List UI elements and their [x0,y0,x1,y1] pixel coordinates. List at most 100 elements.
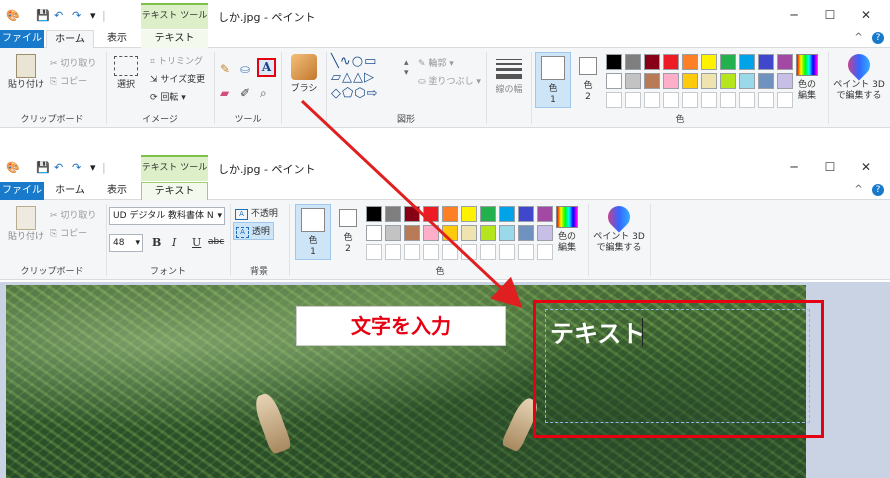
color-swatch[interactable] [739,73,755,89]
copy-button[interactable]: ⎘ コピー [50,74,87,87]
color-swatch[interactable] [701,54,717,70]
custom-color-slot[interactable] [518,244,534,260]
tab-file[interactable]: ファイル [0,182,44,200]
undo-icon[interactable]: ↶ [54,9,63,23]
color-swatch[interactable] [461,206,477,222]
color1-button[interactable]: 色1 [295,204,331,260]
color-swatch[interactable] [404,206,420,222]
custom-color-slot[interactable] [758,92,774,108]
close-button[interactable]: ✕ [856,158,876,176]
pencil-icon[interactable]: ✎ [220,62,230,76]
color-swatch[interactable] [777,73,793,89]
collapse-ribbon-icon[interactable]: ^ [854,32,862,43]
paste-button[interactable]: 貼り付け [6,54,46,91]
color-swatch[interactable] [518,206,534,222]
text-tool-button[interactable]: A [257,58,276,77]
color-swatch[interactable] [537,206,553,222]
color-swatch[interactable] [423,206,439,222]
color-swatch[interactable] [777,54,793,70]
tab-text[interactable]: テキスト [141,30,208,48]
cut-button[interactable]: ✂ 切り取り [50,208,96,221]
color-swatch[interactable] [701,73,717,89]
tab-file[interactable]: ファイル [0,30,44,48]
rotate-button[interactable]: ⟳ 回転 ▾ [150,90,186,103]
custom-color-slot[interactable] [625,92,641,108]
custom-color-slot[interactable] [720,92,736,108]
color-swatch[interactable] [758,54,774,70]
shapes-gallery[interactable]: ╲∿○▭ ▱△△▷ ◇⬠⬡⇨ [331,54,403,104]
transparent-button[interactable]: A 透明 [233,222,274,240]
opaque-button[interactable]: A 不透明 [235,206,278,220]
collapse-ribbon-icon[interactable]: ^ [854,184,862,195]
color-swatch[interactable] [625,73,641,89]
customize-quick-access-icon[interactable]: ▾ [90,9,96,23]
edit-colors-button[interactable]: 色の 編集 [793,54,821,102]
customize-quick-access-icon[interactable]: ▾ [90,161,96,175]
maximize-button[interactable]: ☐ [820,158,840,176]
font-size-select[interactable]: 48 ▾ [109,234,143,252]
custom-color-slot[interactable] [385,244,401,260]
redo-icon[interactable]: ↷ [72,161,81,175]
custom-color-slot[interactable] [644,92,660,108]
custom-color-slot[interactable] [461,244,477,260]
color-swatch[interactable] [663,73,679,89]
color-swatch[interactable] [366,225,382,241]
color-swatch[interactable] [644,73,660,89]
tab-view[interactable]: 表示 [96,182,138,200]
custom-color-slot[interactable] [739,92,755,108]
color-swatch[interactable] [442,206,458,222]
color-swatch[interactable] [606,73,622,89]
color-swatch[interactable] [480,206,496,222]
color-swatch[interactable] [663,54,679,70]
color-swatch[interactable] [499,206,515,222]
color-swatch[interactable] [480,225,496,241]
custom-color-slot[interactable] [442,244,458,260]
color-swatch[interactable] [499,225,515,241]
color-swatch[interactable] [720,54,736,70]
color-swatch[interactable] [625,54,641,70]
color1-button[interactable]: 色1 [535,52,571,108]
fill-bucket-icon[interactable]: ⛀ [240,62,250,76]
minimize-button[interactable]: ─ [784,6,804,24]
size-button[interactable]: 線の幅 [491,56,527,96]
custom-color-slot[interactable] [606,92,622,108]
strikethrough-button[interactable]: abc [208,237,224,247]
custom-color-slot[interactable] [404,244,420,260]
underline-button[interactable]: U [192,236,201,249]
tab-text[interactable]: テキスト [141,182,208,200]
color-swatch[interactable] [385,206,401,222]
custom-color-slot[interactable] [777,92,793,108]
color-swatch[interactable] [739,54,755,70]
edit-colors-button[interactable]: 色の 編集 [553,206,581,254]
help-icon[interactable]: ? [872,184,884,196]
brush-button[interactable]: ブラシ [286,54,322,95]
cut-button[interactable]: ✂ 切り取り [50,56,96,69]
paste-button[interactable]: 貼り付け [6,206,46,243]
color-swatch[interactable] [461,225,477,241]
color2-button[interactable]: 色2 [334,204,362,255]
custom-color-slot[interactable] [663,92,679,108]
redo-icon[interactable]: ↷ [72,9,81,23]
outline-button[interactable]: ✎ 輪郭 ▾ [418,56,454,69]
close-button[interactable]: ✕ [856,6,876,24]
color-swatch[interactable] [758,73,774,89]
minimize-button[interactable]: ─ [784,158,804,176]
paint3d-button[interactable]: ペイント 3D で編集する [592,201,646,254]
color-swatch[interactable] [385,225,401,241]
color-swatch[interactable] [682,73,698,89]
bold-button[interactable]: B [152,236,161,249]
color-swatch[interactable] [720,73,736,89]
fill-button[interactable]: ⛀ 塗りつぶし ▾ [418,74,481,87]
resize-button[interactable]: ⇲ サイズ変更 [150,72,205,85]
color-swatch[interactable] [606,54,622,70]
color-swatch[interactable] [366,206,382,222]
color-swatch[interactable] [442,225,458,241]
tab-home[interactable]: ホーム [46,182,94,200]
color-swatch[interactable] [537,225,553,241]
magnifier-icon[interactable]: ⌕ [260,86,267,101]
paint3d-button[interactable]: ペイント 3D で編集する [832,49,886,102]
eraser-icon[interactable]: ▰ [220,86,229,100]
save-icon[interactable]: 💾 [36,161,50,175]
help-icon[interactable]: ? [872,32,884,44]
color-swatch[interactable] [404,225,420,241]
